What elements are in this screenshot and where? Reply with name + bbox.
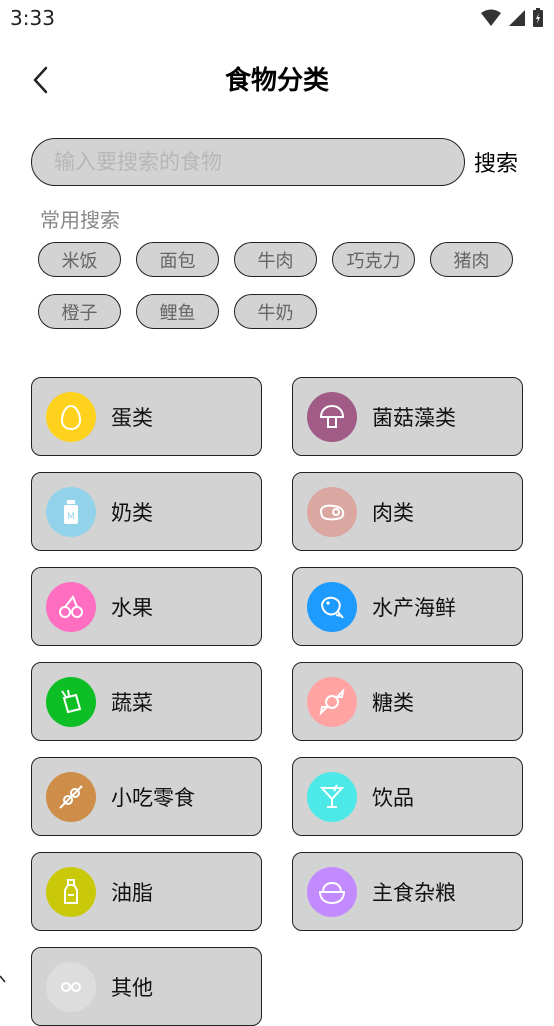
category-card-meat[interactable]: 肉类 [292,472,523,551]
category-label: 糖类 [372,690,414,715]
category-card-oils[interactable]: 油脂 [31,852,262,931]
category-label: 其他 [111,975,153,1000]
nav-bar: 食物分类 [0,48,554,112]
category-label: 蔬菜 [111,690,153,715]
battery-icon [533,8,543,27]
chip-rice[interactable]: 米饭 [38,242,121,277]
other-icon [46,961,96,1012]
cocktail-icon [307,771,357,822]
search-button[interactable]: 搜索 [474,146,518,178]
category-label: 肉类 [372,500,414,525]
oil-bottle-icon [46,866,96,917]
category-label: 饮品 [372,785,414,810]
status-icons [480,8,544,28]
category-grid: 蛋类 菌菇藻类 M 奶类 肉类 水果 水产海鲜 蔬菜 糖类 小吃零食 饮品 油脂… [31,377,523,1026]
common-search-title: 常用搜索 [40,208,120,232]
category-card-mushrooms[interactable]: 菌菇藻类 [292,377,523,456]
category-label: 奶类 [111,500,153,525]
fish-icon [307,581,357,632]
chip-orange[interactable]: 橙子 [38,294,121,329]
edge-arrow-icon [0,975,6,983]
signal-icon [509,10,525,26]
category-card-staples[interactable]: 主食杂粮 [292,852,523,931]
category-label: 菌菇藻类 [372,405,456,430]
status-bar: 3:33 [0,0,554,38]
chip-milk[interactable]: 牛奶 [234,294,317,329]
category-card-seafood[interactable]: 水产海鲜 [292,567,523,646]
search-input[interactable] [31,138,465,186]
page-title: 食物分类 [224,66,329,96]
chip-chocolate[interactable]: 巧克力 [332,242,415,277]
category-card-vegetables[interactable]: 蔬菜 [31,662,262,741]
chip-pork[interactable]: 猪肉 [430,242,513,277]
status-time: 3:33 [10,6,55,30]
rice-bowl-icon [307,866,357,917]
egg-icon [46,391,96,442]
vegetable-icon [46,676,96,727]
steak-icon [307,486,357,537]
search-row: 搜索 [31,138,527,188]
category-card-drinks[interactable]: 饮品 [292,757,523,836]
chip-beef[interactable]: 牛肉 [234,242,317,277]
category-card-snacks[interactable]: 小吃零食 [31,757,262,836]
category-label: 水果 [111,595,153,620]
category-card-other[interactable]: 其他 [31,947,262,1026]
svg-text:M: M [67,512,75,522]
mushroom-icon [307,391,357,442]
cherry-icon [46,581,96,632]
candy-icon [307,676,357,727]
milk-bottle-icon: M [46,486,96,537]
wifi-icon [481,9,501,26]
category-card-sugar[interactable]: 糖类 [292,662,523,741]
category-label: 小吃零食 [111,785,195,810]
category-card-fruit[interactable]: 水果 [31,567,262,646]
category-label: 油脂 [111,880,153,905]
category-label: 蛋类 [111,405,153,430]
chip-bread[interactable]: 面包 [136,242,219,277]
common-search-chips: 米饭 面包 牛肉 巧克力 猪肉 橙子 鲤鱼 牛奶 [38,242,528,329]
skewer-icon [46,771,96,822]
category-label: 主食杂粮 [372,880,456,905]
category-card-eggs[interactable]: 蛋类 [31,377,262,456]
category-card-dairy[interactable]: M 奶类 [31,472,262,551]
category-label: 水产海鲜 [372,595,456,620]
chip-carp[interactable]: 鲤鱼 [136,294,219,329]
